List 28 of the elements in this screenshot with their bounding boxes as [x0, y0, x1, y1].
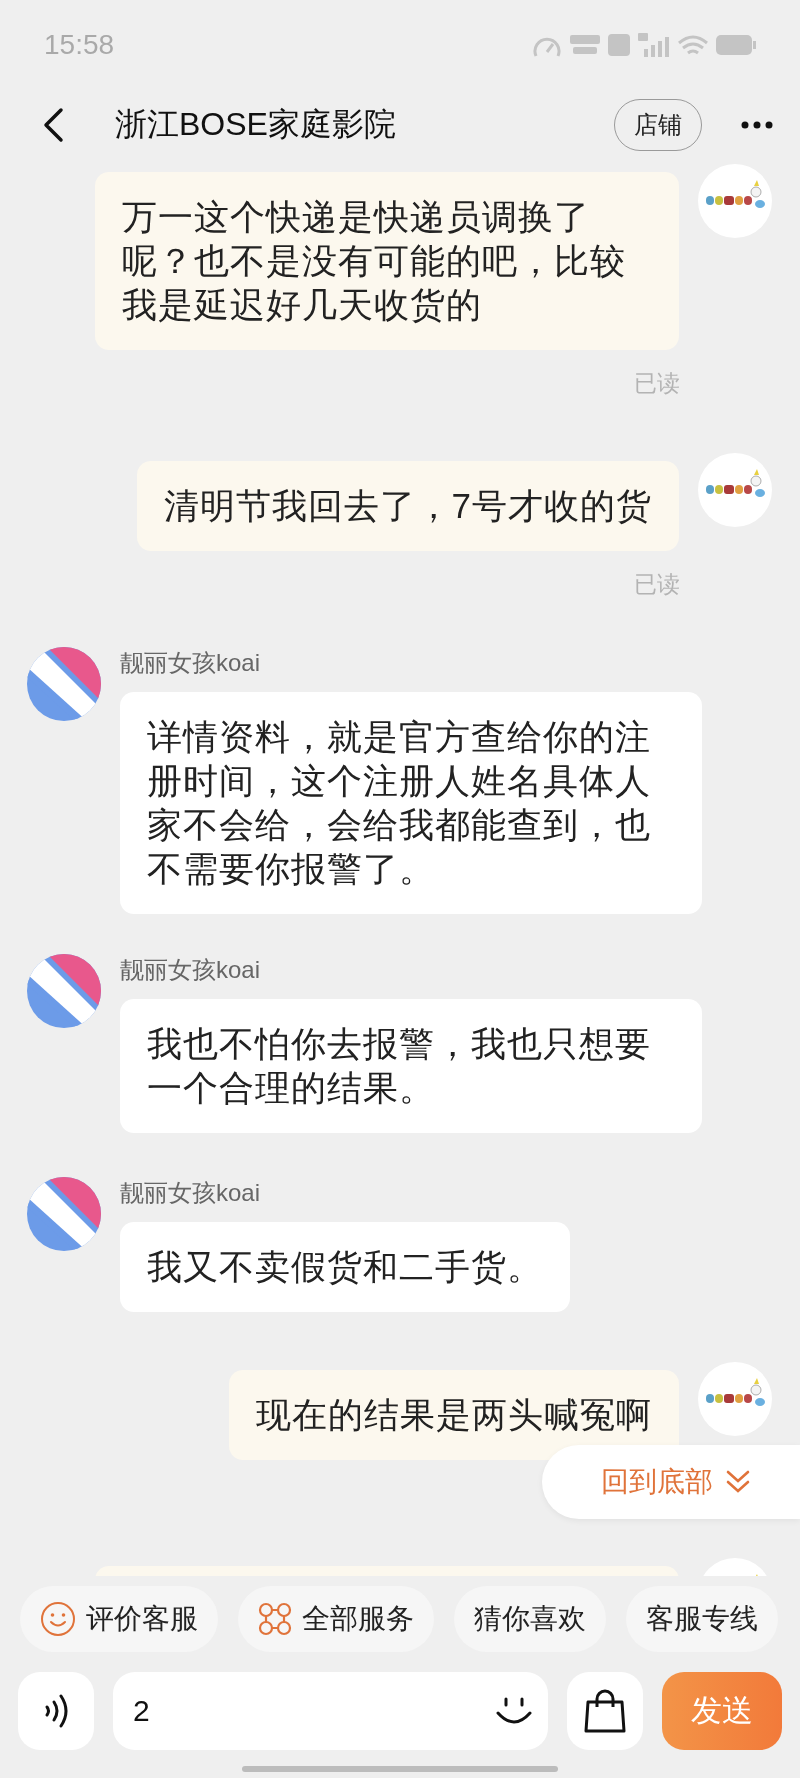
- sender-name: 靓丽女孩koai: [120, 955, 261, 985]
- quick-action-button[interactable]: 评价客服: [20, 1586, 218, 1652]
- back-icon: [42, 107, 64, 143]
- wifi-icon: [678, 35, 708, 55]
- sender-name: 靓丽女孩koai: [120, 648, 261, 678]
- message-bubble: 万一这个快递是快递员调换了呢？也不是没有可能的吧，比较我是延迟好几天收货的: [95, 172, 679, 350]
- message-bubble: 现在的结果是两头喊冤啊: [229, 1370, 679, 1460]
- quick-action-button[interactable]: 猜你喜欢: [454, 1586, 606, 1652]
- double-chevron-icon: [725, 1469, 751, 1495]
- message-bubble: 我又不卖假货和二手货。: [120, 1222, 570, 1312]
- read-receipt: 已读: [634, 369, 680, 398]
- message-bubble: 详情资料，就是官方查给你的注册时间，这个注册人姓名具体人家不会给，会给我都能查到，也不需要你报警了。: [120, 692, 702, 914]
- status-time: 15:58: [44, 29, 115, 61]
- message-input[interactable]: 2: [113, 1672, 548, 1750]
- chat-title: 浙江BOSE家庭影院: [115, 105, 397, 144]
- sender-name: 靓丽女孩koai: [120, 1178, 261, 1208]
- battery-icon: [716, 35, 756, 55]
- quick-action-button[interactable]: 客服专线: [626, 1586, 778, 1652]
- quick-action-button[interactable]: 全部服务: [238, 1586, 434, 1652]
- bag-button[interactable]: [567, 1672, 643, 1750]
- message-bubble: 清明节我回去了，7号才收的货: [136, 461, 679, 551]
- grid-icon: [258, 1602, 292, 1636]
- read-receipt: 已读: [634, 570, 680, 599]
- shopping-bag-icon: [583, 1688, 627, 1734]
- voice-button[interactable]: [18, 1672, 94, 1750]
- message-bubble: 我也不怕你去报警，我也只想要一个合理的结果。: [120, 999, 702, 1133]
- signal-icon: [638, 33, 670, 57]
- smile-icon: [40, 1601, 76, 1637]
